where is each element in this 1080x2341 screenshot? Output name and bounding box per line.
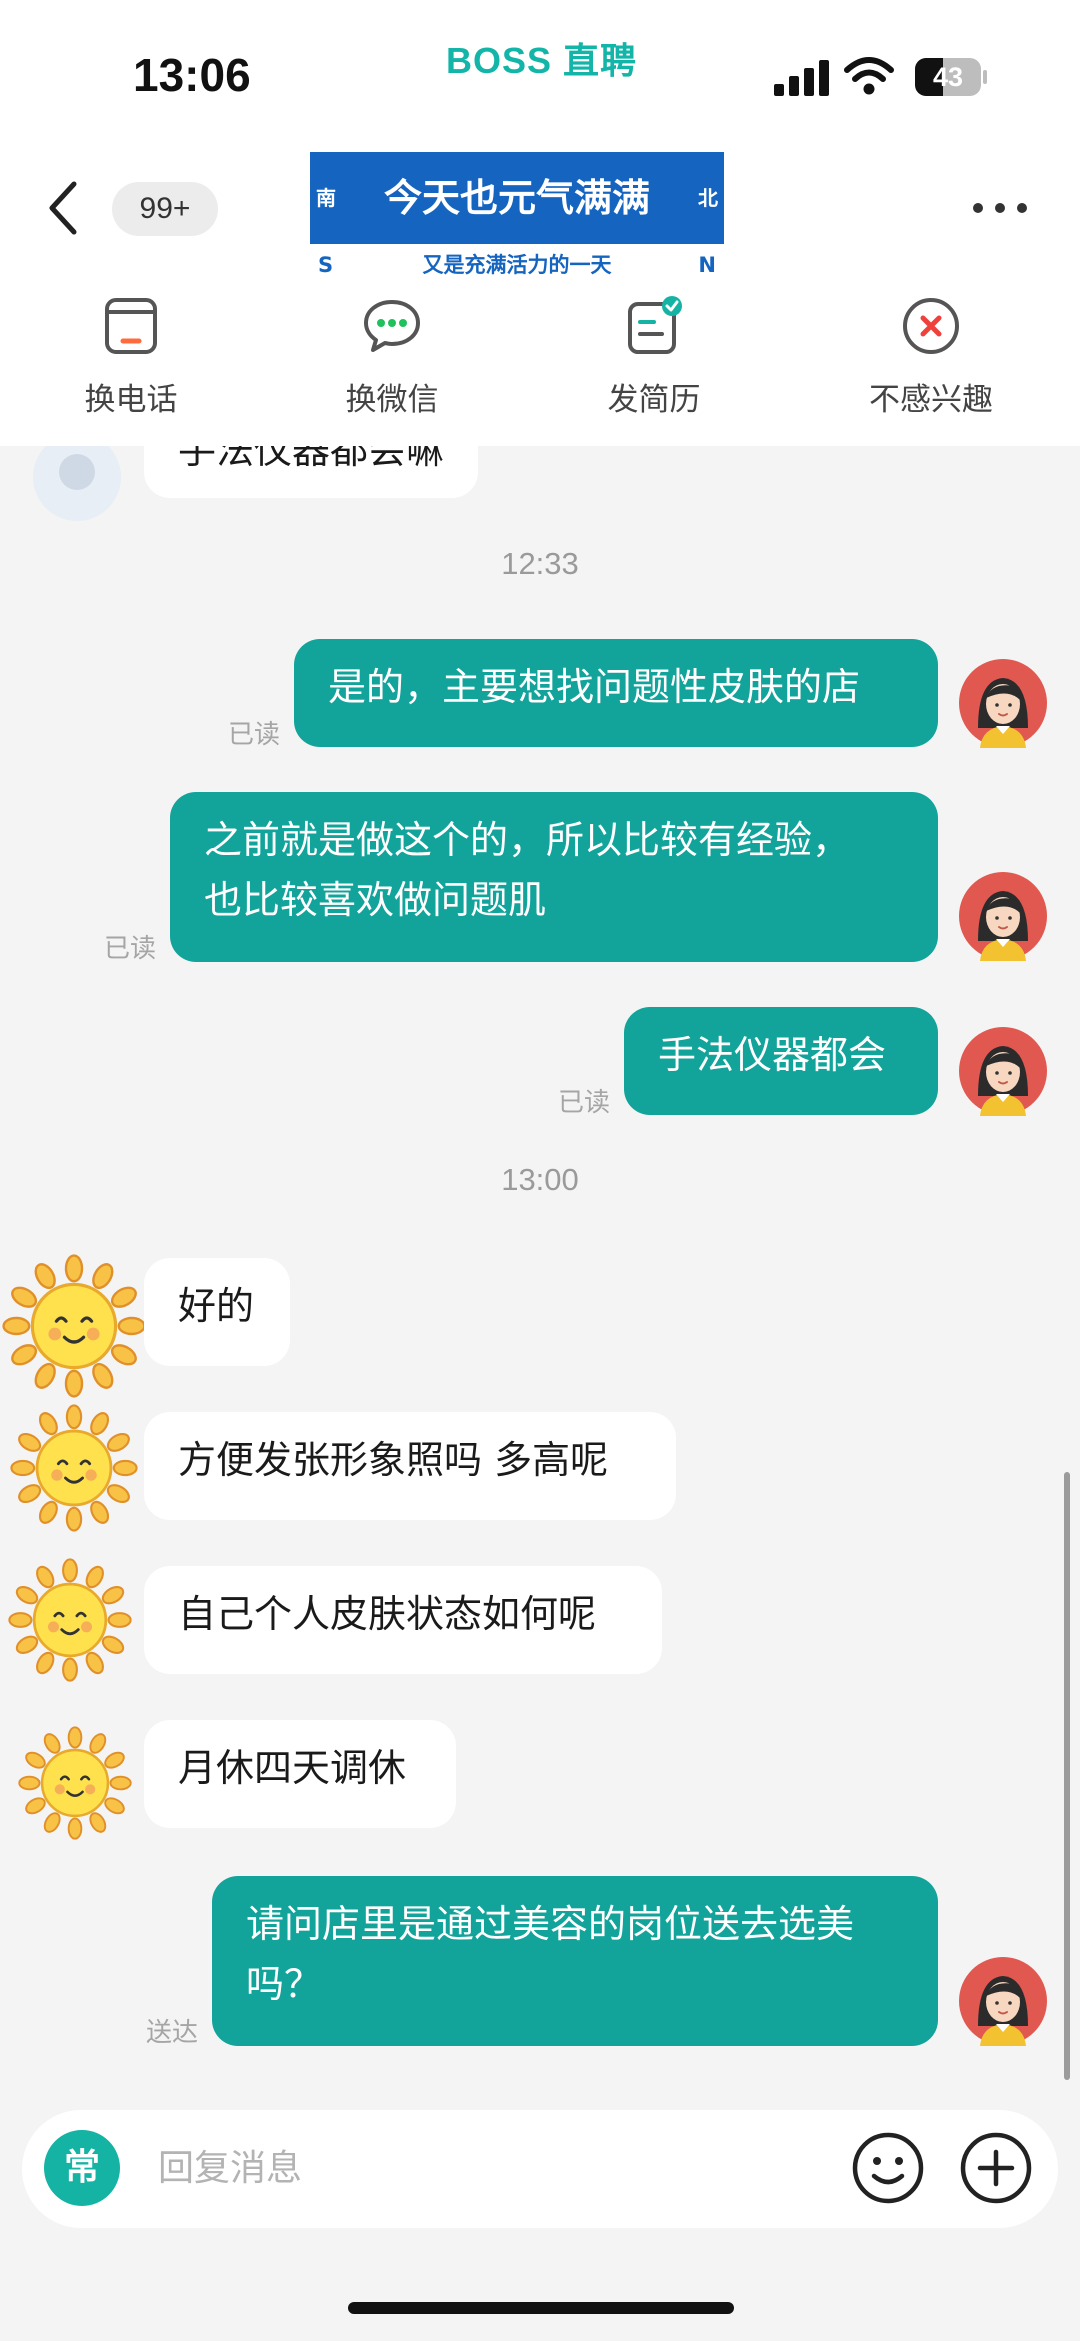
resume-icon [628,296,682,354]
message-bubble-outgoing[interactable]: 手法仪器都会 [624,1007,938,1115]
read-status: 已读 [104,934,157,964]
action-label: 不感兴趣 [869,382,993,418]
quick-actions-bar: 换电话 换微信 发简历 不感兴趣 [0,290,1080,430]
message-line: 吗？ [246,1962,323,2006]
action-label: 发简历 [607,382,701,418]
my-avatar [959,659,1047,748]
message-bubble-incoming[interactable]: 方便发张形象照吗 多高呢 [144,1412,676,1520]
banner-subtitle: 又是充满活力的一天 [422,253,612,277]
chat-timestamp: 12:33 [501,546,579,581]
signature-banner: 南 今天也元气满满 北 [310,152,724,244]
chat-header-area: 13:06 BOSS 直聘 43 99+ 南 今天也元气满满 北 S 又是充满活… [0,0,1080,446]
phone-icon [105,298,157,354]
message-line: 之前就是做这个的，所以比较有经验， [204,818,851,862]
recruiter-sun-avatar[interactable] [8,1558,132,1682]
delivery-status: 送达 [146,2018,199,2048]
send-resume-button[interactable]: 发简历 [554,290,754,430]
reply-input[interactable]: 回复消息 [158,2110,718,2228]
common-phrases-button[interactable]: 常 [44,2130,120,2206]
read-status: 已读 [228,720,281,750]
recruiter-avatar-faded [33,446,121,521]
home-indicator [348,2302,734,2314]
wechat-icon [364,300,420,352]
not-interested-button[interactable]: 不感兴趣 [831,290,1031,430]
message-line: 请问店里是通过美容的岗位送去选美 [246,1902,855,1946]
action-label: 换微信 [345,382,439,418]
message-bubble-incoming[interactable]: 好的 [144,1258,290,1366]
wifi-icon [844,57,894,95]
emoji-icon[interactable] [850,2130,926,2206]
chat-timestamp: 13:00 [501,1162,579,1197]
chat-scrollbar[interactable] [1064,1472,1070,2080]
my-avatar [959,1957,1047,2046]
exchange-phone-button[interactable]: 换电话 [31,290,231,430]
action-label: 换电话 [84,382,178,418]
recruiter-sun-avatar[interactable] [2,1254,146,1398]
read-status: 已读 [558,1088,611,1118]
banner-subtitle-row: S 又是充满活力的一天 N [310,248,724,282]
message-bubble-incoming[interactable]: 月休四天调休 [144,1720,456,1828]
chat-messages-area[interactable]: 手法仪器都会嘛 12:33 已读 是的，主要想找问题性皮肤的店 已读 之前就是做… [0,446,1080,2086]
message-bubble-outgoing[interactable]: 是的，主要想找问题性皮肤的店 [294,639,938,747]
battery-level: 43 [932,62,964,92]
message-bubble-outgoing[interactable]: 请问店里是通过美容的岗位送去选美 吗？ [212,1876,938,2046]
more-options-icon[interactable] [972,200,1028,216]
message-input-bar: 常 回复消息 [22,2110,1058,2228]
recruiter-sun-avatar[interactable] [10,1404,138,1532]
plus-icon[interactable] [958,2130,1034,2206]
my-avatar [959,1027,1047,1116]
banner-title: 今天也元气满满 [383,176,650,220]
cellular-signal-icon [774,60,829,96]
exchange-wechat-button[interactable]: 换微信 [292,290,492,430]
message-bubble-outgoing[interactable]: 之前就是做这个的，所以比较有经验， 也比较喜欢做问题肌 [170,792,938,962]
status-time: 13:06 [133,49,251,101]
recruiter-sun-avatar[interactable] [18,1726,132,1840]
banner-right-char: 北 [698,186,718,210]
message-bubble-incoming-partial[interactable]: 手法仪器都会嘛 [144,446,479,498]
back-chevron-icon[interactable] [44,178,84,238]
app-brand: BOSS 直聘 [446,40,638,81]
message-bubble-incoming[interactable]: 自己个人皮肤状态如何呢 [144,1566,662,1674]
unread-count-badge[interactable]: 99+ [112,182,218,236]
battery-icon: 43 [915,58,987,98]
my-avatar [959,872,1047,961]
not-interested-icon [903,298,959,354]
message-line: 也比较喜欢做问题肌 [204,878,547,922]
banner-sub-right: N [698,253,716,277]
